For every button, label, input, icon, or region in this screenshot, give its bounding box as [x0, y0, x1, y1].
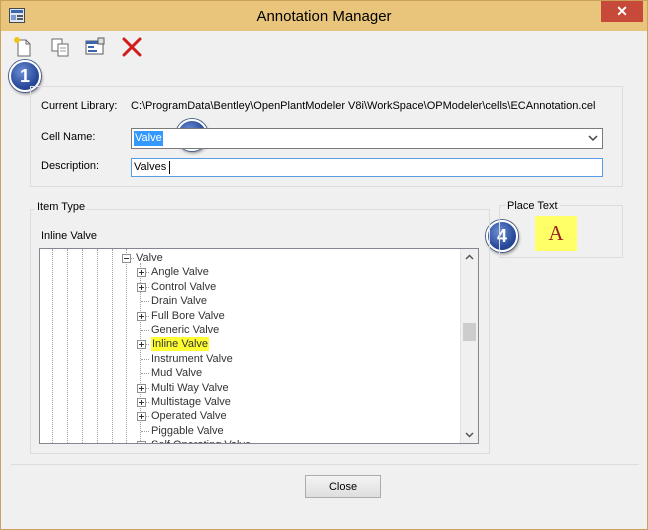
- description-value: Valves: [134, 161, 167, 173]
- tree-item-label: Multistage Valve: [151, 396, 231, 408]
- description-input[interactable]: Valves: [131, 158, 603, 177]
- expand-plus-icon[interactable]: [137, 412, 146, 422]
- annotation-manager-window: Annotation Manager ✕ 1 2 3 4 Current Lib…: [0, 0, 648, 530]
- tree-connector: [141, 330, 149, 331]
- bottom-divider: [11, 464, 639, 465]
- current-library-path: C:\ProgramData\Bentley\OpenPlantModeler …: [131, 100, 596, 112]
- tree-item-label: Mud Valve: [151, 367, 203, 380]
- close-button[interactable]: Close: [305, 475, 381, 498]
- place-text-label: Place Text: [505, 200, 560, 212]
- description-label: Description:: [41, 160, 100, 172]
- item-type-group-label: Item Type: [35, 201, 88, 213]
- tree-item-label: Piggable Valve: [151, 424, 224, 437]
- tree-connector: [146, 286, 149, 288]
- tree-connector: [146, 416, 149, 418]
- expand-plus-icon[interactable]: [137, 282, 146, 292]
- tree-item-label: Valve: [136, 252, 163, 264]
- properties-icon[interactable]: [84, 36, 106, 58]
- delete-x-icon[interactable]: [121, 36, 143, 58]
- tree-connector: [141, 430, 149, 432]
- tree-vertical-scrollbar[interactable]: [460, 249, 478, 443]
- text-caret: [169, 161, 170, 174]
- window-close-button[interactable]: ✕: [601, 1, 643, 22]
- expand-plus-icon[interactable]: [137, 383, 146, 393]
- scroll-down-icon[interactable]: [464, 429, 475, 440]
- tree-item-label: Inline Valve: [151, 337, 210, 352]
- tree-item-label: Multi Way Valve: [151, 381, 229, 394]
- copy-icon[interactable]: [49, 36, 71, 58]
- tree-guide-line: [112, 249, 113, 443]
- scroll-up-icon[interactable]: [464, 252, 475, 263]
- tree-item-label: Angle Valve: [151, 266, 209, 279]
- tree-item-label: Full Bore Valve: [151, 309, 225, 322]
- tree-connector: [146, 344, 149, 346]
- chevron-down-icon[interactable]: [587, 132, 599, 144]
- tree-connector: [146, 315, 149, 317]
- tree-item-label: Instrument Valve: [151, 352, 233, 365]
- place-text-swatch[interactable]: A: [535, 216, 577, 251]
- tree-guide-line: [97, 249, 98, 443]
- tree-connector: [141, 358, 149, 360]
- window-title: Annotation Manager: [256, 8, 392, 25]
- tree-item-label: Control Valve: [151, 280, 217, 293]
- tree-guide-line: [67, 249, 68, 443]
- scrollbar-thumb[interactable]: [463, 323, 476, 341]
- expand-plus-icon[interactable]: [137, 268, 146, 278]
- tree-item-label: Operated Valve: [151, 410, 227, 423]
- item-type-tree[interactable]: Valve Angle Valve Control Valve Drain Valve…: [39, 248, 479, 444]
- cell-name-value: Valve: [134, 131, 163, 146]
- new-document-icon[interactable]: [12, 36, 34, 58]
- place-text-glyph: A: [548, 221, 564, 245]
- tree-connector: [141, 301, 149, 303]
- expand-plus-icon[interactable]: [137, 340, 146, 350]
- current-library-label: Current Library:: [41, 100, 118, 112]
- tree-guide-line: [126, 249, 127, 443]
- tree-item-label: Generic Valve: [151, 324, 220, 336]
- cell-name-label: Cell Name:: [41, 131, 96, 143]
- tree-connector: [146, 402, 149, 403]
- title-bar[interactable]: Annotation Manager ✕: [1, 1, 647, 31]
- cell-name-combobox[interactable]: Valve: [131, 128, 603, 149]
- expand-plus-icon[interactable]: [137, 398, 146, 407]
- tree-item-label: Drain Valve: [151, 295, 208, 308]
- tree-connector: [146, 272, 149, 274]
- expand-plus-icon[interactable]: [137, 441, 146, 443]
- expand-plus-icon[interactable]: [137, 311, 146, 321]
- collapse-minus-icon[interactable]: [122, 254, 131, 263]
- tree-guide-line: [82, 249, 83, 443]
- selected-item-type-label: Inline Valve: [41, 230, 98, 242]
- tree-guide-line: [52, 249, 53, 443]
- tree-item-label: Self Operating Valve: [151, 438, 251, 443]
- tree-connector: [146, 387, 149, 389]
- tree-connector: [131, 258, 134, 259]
- tree-connector: [141, 373, 149, 375]
